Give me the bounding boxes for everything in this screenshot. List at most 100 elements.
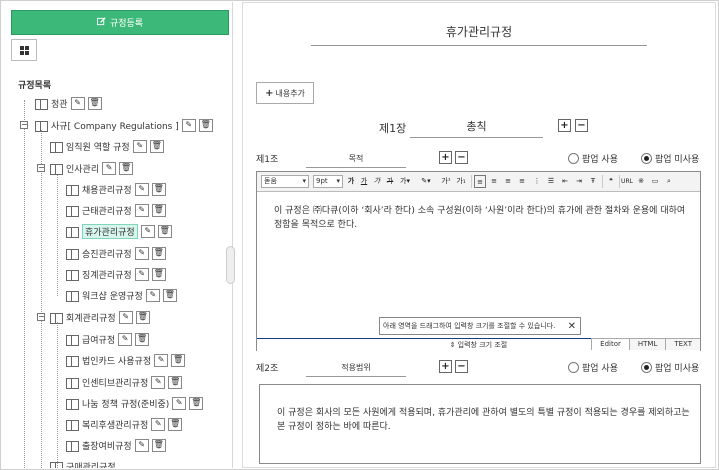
tab-html[interactable]: HTML [628,338,666,350]
quote-icon[interactable]: ❝ [605,175,617,188]
tree-node[interactable]: 법인카드 사용규정 ✎ 🗑 [66,353,186,367]
article-name[interactable]: 적용범위 [306,362,406,377]
tree-node[interactable]: 채용관리규정 ✎ 🗑 [66,182,166,196]
editor-content[interactable]: 이 규정은 ㈜다큐(이하 ‘회사’라 한다) 소속 구성원(이하 ‘사원’이라 … [274,204,688,232]
font-size-select[interactable]: 9pt [313,175,343,188]
trash-icon[interactable]: 🗑 [168,375,183,389]
indent-icon[interactable]: ⇥ [573,175,585,188]
chapter-name[interactable]: 총칙 [410,118,543,138]
tree-node[interactable]: 구매관리규정 [50,459,116,468]
clear-format-icon[interactable]: Ŧ [587,175,599,188]
add-content-button[interactable]: + 내용추가 [256,82,314,104]
superscript-icon[interactable]: 가¹ [440,175,452,188]
collapse-toggle-icon[interactable]: − [37,164,45,172]
align-center-icon[interactable]: ≡ [488,175,500,188]
tree-node-selected[interactable]: 휴가관리규정 ✎ 🗑 [66,223,172,239]
edit-icon[interactable]: ✎ [118,332,133,346]
edit-icon[interactable]: ✎ [172,396,187,410]
trash-icon[interactable]: 🗑 [135,332,150,346]
trash-icon[interactable]: 🗑 [151,267,166,281]
outdent-icon[interactable]: ⇤ [559,175,571,188]
bold-icon[interactable]: 가 [345,175,357,188]
edit-icon[interactable]: ✎ [154,353,169,367]
tab-editor[interactable]: Editor [591,338,629,350]
tree-node[interactable]: 워크샵 운영규정 ✎ 🗑 [66,288,177,302]
numbered-list-icon[interactable]: ⋮ [531,175,543,188]
grid-view-button[interactable] [11,39,37,61]
edit-icon[interactable]: ✎ [118,310,133,324]
popup-use-radio[interactable]: 팝업 사용 [568,152,618,165]
tree-node[interactable]: 인센티브관리규정 ✎ 🗑 [66,375,183,389]
highlight-icon[interactable]: ✎▾ [420,175,432,188]
panel-collapse-handle[interactable] [226,246,235,284]
italic-icon[interactable]: 가 [371,175,383,188]
tree-node[interactable]: 급여규정 ✎ 🗑 [66,332,150,346]
tree-node[interactable]: 임직원 역할 규정 ✎ 🗑 [50,139,164,153]
article-name[interactable]: 목적 [306,153,406,168]
search-icon[interactable]: ⌕ [663,175,675,188]
edit-icon[interactable]: ✎ [181,118,196,132]
trash-icon[interactable]: 🗑 [189,396,204,410]
collapse-toggle-icon[interactable]: − [37,313,45,321]
strikethrough-icon[interactable]: 가 [384,175,396,188]
edit-icon[interactable]: ✎ [145,288,160,302]
edit-icon[interactable]: ✎ [102,161,117,175]
close-icon[interactable]: ✕ [568,321,576,332]
tree-node[interactable]: 나눔 정책 규정(준비중) ✎ 🗑 [66,396,204,410]
trash-icon[interactable]: 🗑 [168,417,183,431]
edit-icon[interactable]: ✎ [132,139,147,153]
edit-icon[interactable]: ✎ [70,96,85,110]
tree-node[interactable]: 징계관리규정 ✎ 🗑 [66,267,166,281]
popup-use-radio[interactable]: 팝업 사용 [568,361,618,374]
tree-node[interactable]: 정관 ✎ 🗑 [35,96,102,110]
edit-icon[interactable]: ✎ [140,224,155,238]
trash-icon[interactable]: 🗑 [151,203,166,217]
edit-icon[interactable]: ✎ [134,246,149,260]
align-right-icon[interactable]: ≡ [502,175,514,188]
edit-icon[interactable]: ✎ [151,417,166,431]
add-article-button[interactable]: + [439,360,452,373]
special-char-icon[interactable]: ※ [635,175,647,188]
tab-text[interactable]: TEXT [665,338,700,350]
underline-icon[interactable]: 가 [358,175,370,188]
trash-icon[interactable]: 🗑 [87,96,102,110]
edit-icon[interactable]: ✎ [134,182,149,196]
tree-node[interactable]: 승진관리규정 ✎ 🗑 [66,246,166,260]
remove-chapter-button[interactable]: − [575,119,588,132]
trash-icon[interactable]: 🗑 [151,182,166,196]
trash-icon[interactable]: 🗑 [171,353,186,367]
subscript-icon[interactable]: 가₁ [455,175,467,188]
article-content-box[interactable]: 이 규정은 회사의 모든 사원에게 적용되며, 휴가관리에 관하여 별도의 특별… [259,384,701,464]
trash-icon[interactable]: 🗑 [162,288,177,302]
tree-node[interactable]: 인사관리 ✎ 🗑 [50,161,134,175]
rich-text-editor[interactable]: 돋움 9pt 가 가 가 가 가▾ ✎▾ 가¹ 가₁ ≡ ≡ ≡ ≡ ⋮ ☰ ⇤… [256,171,701,351]
font-family-select[interactable]: 돋움 [261,175,309,188]
align-left-icon[interactable]: ≡ [474,175,486,188]
trash-icon[interactable]: 🗑 [151,246,166,260]
tree-node[interactable]: 복리후생관리규정 ✎ 🗑 [66,417,183,431]
trash-icon[interactable]: 🗑 [157,224,172,238]
trash-icon[interactable]: 🗑 [151,438,166,452]
collapse-toggle-icon[interactable]: − [20,121,28,129]
register-regulation-button[interactable]: 규정등록 [11,10,229,35]
trash-icon[interactable]: 🗑 [198,118,213,132]
remove-article-button[interactable]: − [455,360,468,373]
tree-node[interactable]: 사규[ Company Regulations ] ✎ 🗑 [35,118,213,132]
add-chapter-button[interactable]: + [558,119,571,132]
align-justify-icon[interactable]: ≡ [516,175,528,188]
trash-icon[interactable]: 🗑 [149,139,164,153]
tree-node[interactable]: 회계관리규정 ✎ 🗑 [50,310,150,324]
remove-article-button[interactable]: − [455,151,468,164]
tree-node[interactable]: 근태관리규정 ✎ 🗑 [66,203,166,217]
text-color-icon[interactable]: 가▾ [399,175,411,188]
popup-nouse-radio[interactable]: 팝업 미사용 [641,361,699,374]
edit-icon[interactable]: ✎ [134,267,149,281]
edit-icon[interactable]: ✎ [134,438,149,452]
edit-icon[interactable]: ✎ [151,375,166,389]
trash-icon[interactable]: 🗑 [119,161,134,175]
popup-nouse-radio[interactable]: 팝업 미사용 [641,152,699,165]
bulleted-list-icon[interactable]: ☰ [545,175,557,188]
link-icon[interactable]: URL [621,175,633,188]
trash-icon[interactable]: 🗑 [135,310,150,324]
tree-node[interactable]: 출장여비규정 ✎ 🗑 [66,438,166,452]
